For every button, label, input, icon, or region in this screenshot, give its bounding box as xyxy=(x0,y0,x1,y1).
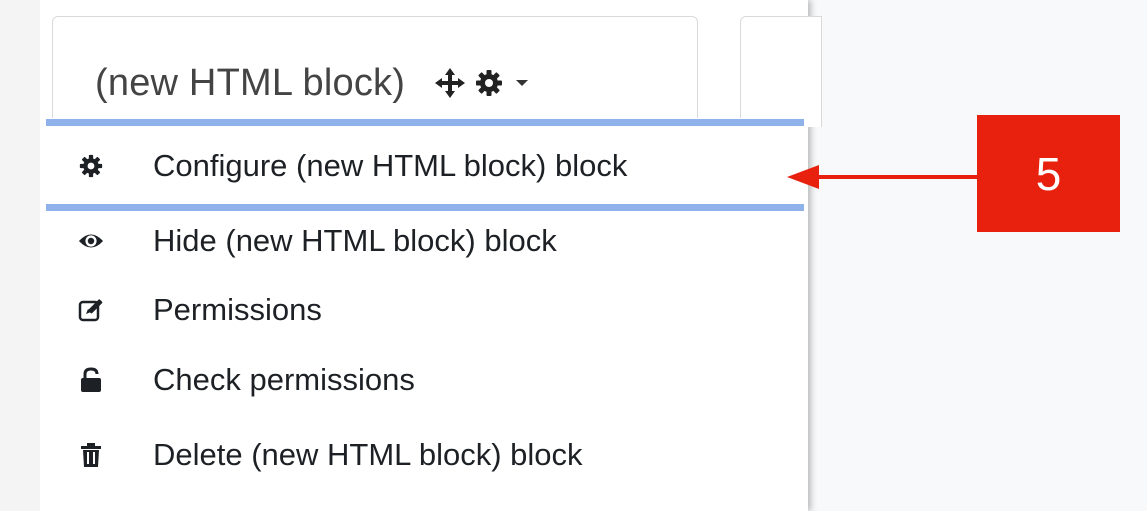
gear-icon xyxy=(78,153,104,179)
menu-item-delete[interactable]: Delete (new HTML block) block xyxy=(40,420,808,490)
screenshot-panel: (new HTML block) Configure (new HTML blo… xyxy=(0,0,822,511)
block-actions-menu: Configure (new HTML block) block Hide (n… xyxy=(40,118,808,511)
block-title: (new HTML block) xyxy=(95,61,406,104)
menu-item-label: Check permissions xyxy=(153,362,415,397)
eye-icon xyxy=(78,228,104,254)
focus-outline-bottom xyxy=(46,204,804,211)
edit-icon xyxy=(78,297,104,323)
menu-item-label: Permissions xyxy=(153,292,322,327)
step-badge: 5 xyxy=(977,115,1120,232)
menu-item-label: Delete (new HTML block) block xyxy=(153,437,583,472)
menu-item-permissions[interactable]: Permissions xyxy=(40,275,808,345)
menu-item-label: Hide (new HTML block) block xyxy=(153,223,557,258)
menu-item-hide[interactable]: Hide (new HTML block) block xyxy=(40,206,808,276)
adjacent-block-card xyxy=(740,16,822,127)
gear-icon[interactable] xyxy=(475,69,503,97)
annotation-arrow xyxy=(787,165,980,189)
menu-item-label: Configure (new HTML block) block xyxy=(153,148,628,183)
menu-item-configure[interactable]: Configure (new HTML block) block xyxy=(40,124,808,208)
trash-icon xyxy=(78,442,104,468)
focus-outline-top xyxy=(46,119,804,126)
chevron-down-icon[interactable] xyxy=(515,78,529,88)
block-header: (new HTML block) xyxy=(95,58,529,108)
move-icon[interactable] xyxy=(435,68,466,98)
left-gutter xyxy=(0,0,40,511)
unlock-icon xyxy=(78,367,104,393)
menu-item-check-permissions[interactable]: Check permissions xyxy=(40,345,808,415)
